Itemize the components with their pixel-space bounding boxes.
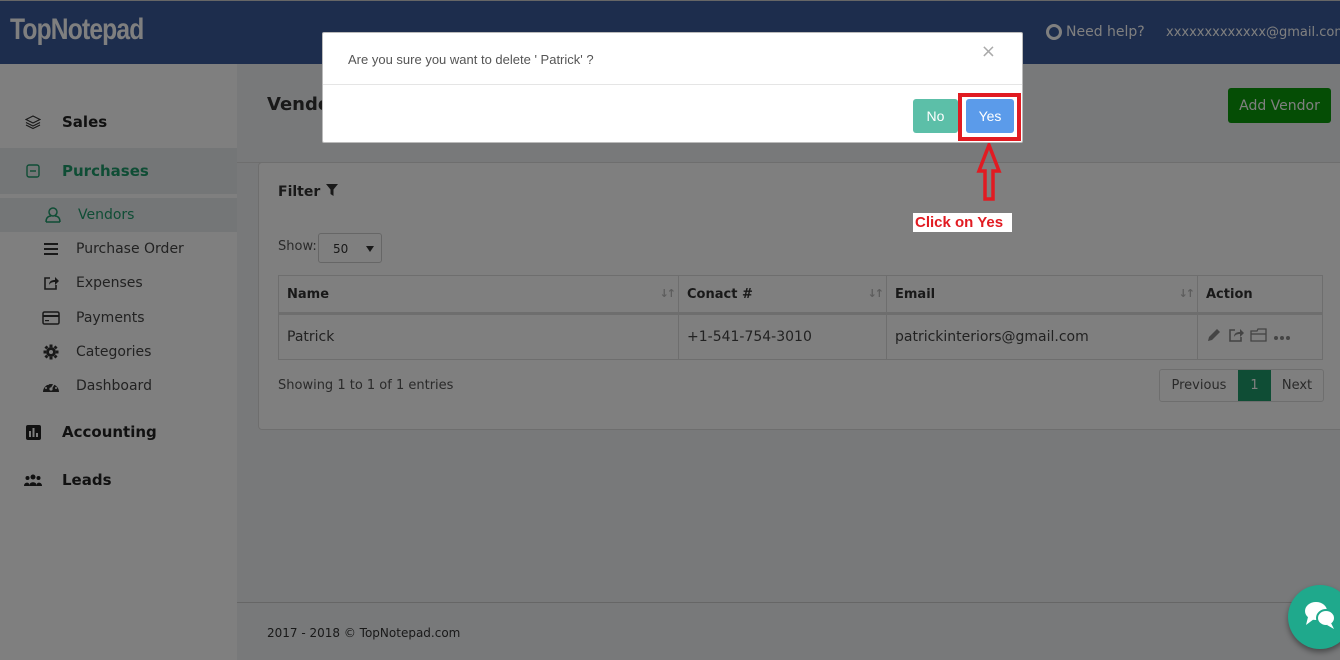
no-button[interactable]: No — [913, 99, 958, 133]
annotation-arrow-up-icon — [976, 143, 1002, 201]
annotation-label: Click on Yes — [913, 213, 1013, 232]
yes-button[interactable]: Yes — [966, 99, 1014, 133]
dialog-header: Are you sure you want to delete ' Patric… — [323, 33, 1022, 85]
delete-confirm-dialog: Are you sure you want to delete ' Patric… — [322, 32, 1023, 143]
close-icon[interactable]: × — [981, 41, 996, 62]
chat-bubbles-icon — [1303, 600, 1337, 634]
dialog-message: Are you sure you want to delete ' Patric… — [348, 52, 594, 67]
